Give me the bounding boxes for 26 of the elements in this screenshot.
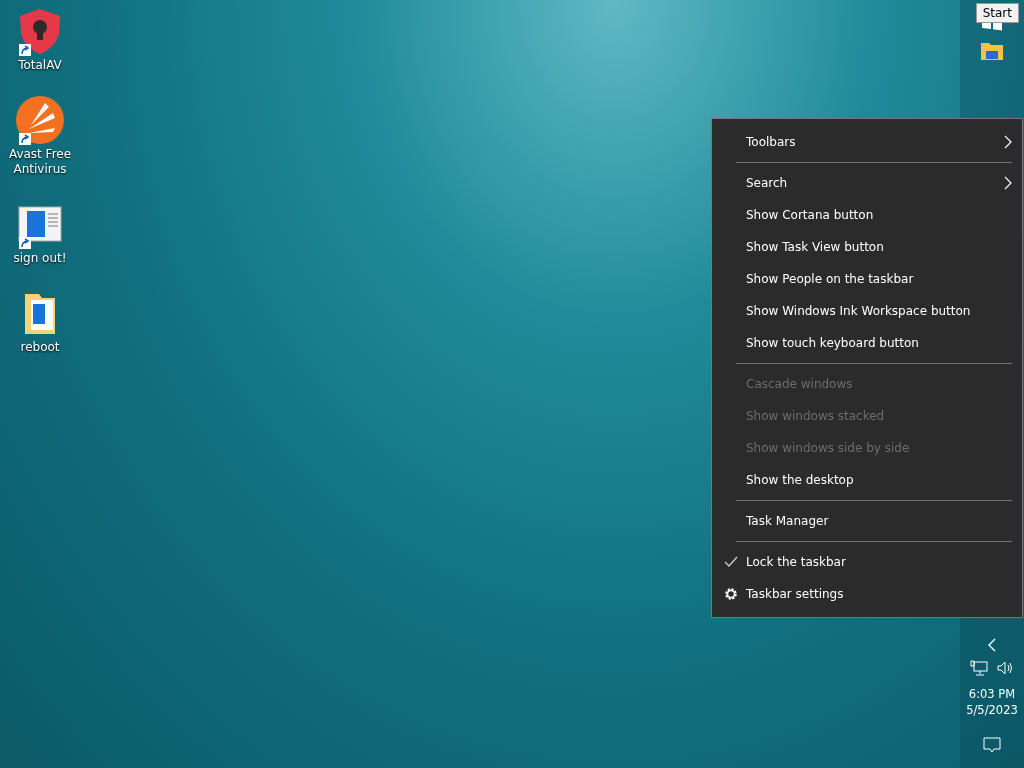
folder-icon[interactable]: [980, 40, 1004, 62]
menu-item[interactable]: Show People on the taskbar: [712, 263, 1022, 295]
menu-item[interactable]: Task Manager: [712, 505, 1022, 537]
checkmark-icon: [724, 555, 738, 569]
menu-item[interactable]: Show Cortana button: [712, 199, 1022, 231]
menu-item[interactable]: Show Task View button: [712, 231, 1022, 263]
menu-item[interactable]: Toolbars: [712, 126, 1022, 158]
chevron-left-icon[interactable]: [986, 638, 998, 652]
desktop-icon-label[interactable]: sign out!: [13, 251, 67, 266]
desktop-icon-label[interactable]: TotalAV: [18, 58, 62, 73]
notification-icon[interactable]: [983, 736, 1001, 754]
speaker-icon[interactable]: [996, 660, 1014, 676]
clock-time[interactable]: 6:03 PM: [968, 686, 1016, 702]
menu-item[interactable]: Search: [712, 167, 1022, 199]
desktop-icon-label[interactable]: reboot: [20, 340, 60, 355]
settings-icon: [724, 587, 738, 601]
menu-item[interactable]: Taskbar settings: [712, 578, 1022, 610]
start-tooltip: Start: [975, 3, 1019, 23]
menu-item[interactable]: Show touch keyboard button: [712, 327, 1022, 359]
menu-item[interactable]: Lock the taskbar: [712, 546, 1022, 578]
network-icon[interactable]: [970, 660, 988, 676]
avast-logo-icon: [15, 95, 65, 145]
menu-item[interactable]: Show the desktop: [712, 464, 1022, 496]
clock-date[interactable]: 5/5/2023: [966, 702, 1018, 718]
menu-item[interactable]: Show Windows Ink Workspace button: [712, 295, 1022, 327]
desktop-icon-label[interactable]: Avast Free Antivirus: [2, 147, 78, 177]
